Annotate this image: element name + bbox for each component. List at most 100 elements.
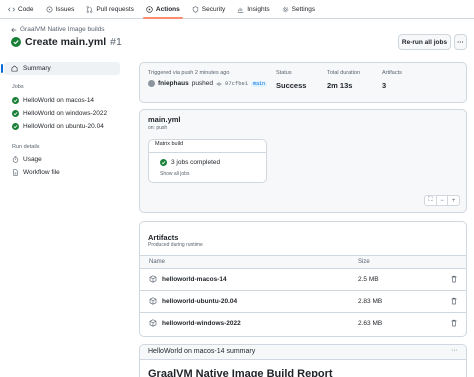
- show-all-jobs-link[interactable]: Show all jobs: [160, 171, 189, 177]
- artifact-name-link[interactable]: helloworld-macos-14: [162, 276, 227, 283]
- check-circle-icon: [12, 97, 19, 104]
- sidebar-item-summary[interactable]: Summary: [1, 62, 120, 75]
- sidebar-job-label: HelloWorld on ubuntu-20.04: [23, 123, 104, 130]
- sidebar-item-workflow-file[interactable]: Workflow file: [12, 169, 60, 176]
- job-summary-header: HelloWorld on macos-14 summary ···: [140, 345, 466, 360]
- file-icon: [13, 169, 18, 176]
- matrix-build-node[interactable]: Matrix build 3 jobs completed Show all j…: [148, 139, 267, 183]
- table-row: helloworld-ubuntu-20.04 2.83 MB: [140, 291, 466, 313]
- trash-icon[interactable]: [450, 275, 458, 283]
- stopwatch-icon: [12, 156, 19, 163]
- check-circle-icon: [160, 159, 167, 166]
- artifact-name-link[interactable]: helloworld-windows-2022: [162, 320, 241, 327]
- matrix-build-label: Matrix build: [153, 141, 186, 147]
- gear-icon: [282, 6, 288, 12]
- artifacts-table-header: Name Size: [140, 255, 466, 269]
- package-icon: [149, 297, 157, 305]
- job-summary-heading: HelloWorld on macos-14 summary: [148, 348, 256, 355]
- commit-sha-link[interactable]: 97cfbe1: [225, 80, 248, 87]
- package-icon: [149, 275, 157, 283]
- artifacts-count-value: 3: [382, 81, 387, 90]
- pull-request-icon: [87, 5, 93, 13]
- job-summary-card: HelloWorld on macos-14 summary ··· Graal…: [139, 344, 467, 377]
- check-circle-icon: [12, 110, 19, 117]
- rerun-all-jobs-button[interactable]: Re-run all jobs: [398, 34, 451, 50]
- tab-actions-label: Actions: [155, 5, 180, 13]
- home-icon: [11, 65, 18, 72]
- zoom-in-button[interactable]: +: [447, 196, 459, 205]
- check-circle-icon: [11, 37, 21, 47]
- tab-settings[interactable]: Settings: [276, 0, 322, 18]
- status-value: Success: [276, 81, 307, 90]
- trigger-action: pushed: [191, 80, 214, 87]
- jobs-heading: Jobs: [12, 84, 24, 90]
- run-summary-card: Triggered via push 2 minutes ago fniepha…: [139, 62, 467, 103]
- shield-icon: [192, 5, 198, 13]
- column-name: Name: [149, 259, 166, 265]
- workflow-name: GraalVM Native Image builds: [20, 26, 105, 33]
- trash-icon[interactable]: [450, 297, 458, 305]
- trigger-user[interactable]: fniephaus: [158, 80, 189, 87]
- tab-pull-requests[interactable]: Pull requests: [80, 0, 140, 18]
- status-label: Status: [276, 70, 292, 76]
- tab-code-label: Code: [18, 5, 34, 13]
- tab-security[interactable]: Security: [186, 0, 231, 18]
- sidebar-job-label: HelloWorld on macos-14: [23, 97, 95, 104]
- artifacts-title: Artifacts: [148, 233, 179, 242]
- column-size: Size: [358, 259, 370, 265]
- workflow-graph-card: main.yml on: push Matrix build 3 jobs co…: [139, 109, 467, 213]
- arrow-left-icon: [11, 27, 17, 32]
- table-row: helloworld-windows-2022 2.63 MB: [140, 313, 466, 335]
- sidebar-job-ubuntu[interactable]: HelloWorld on ubuntu-20.04: [12, 123, 104, 130]
- tab-security-label: Security: [201, 5, 226, 13]
- avatar: [148, 80, 155, 87]
- table-row: helloworld-macos-14 2.5 MB: [140, 269, 466, 291]
- workflow-file-name: main.yml: [148, 115, 181, 124]
- artifacts-subtitle: Produced during runtime: [148, 242, 203, 248]
- workflow-trigger: on: push: [148, 125, 168, 131]
- graph-zoom-controls: ⛶ − +: [424, 195, 460, 206]
- artifact-size: 2.63 MB: [358, 320, 383, 327]
- check-circle-icon: [12, 123, 19, 130]
- run-title: Create main.yml #1: [11, 36, 122, 48]
- fullscreen-button[interactable]: ⛶: [425, 196, 436, 205]
- tab-code[interactable]: Code: [6, 0, 40, 18]
- branch-badge[interactable]: main: [251, 80, 268, 87]
- matrix-divider: [149, 152, 266, 153]
- trigger-label: Triggered via push 2 minutes ago: [148, 70, 230, 76]
- tab-insights[interactable]: Insights: [231, 0, 275, 18]
- trash-icon[interactable]: [450, 319, 458, 327]
- package-icon: [149, 319, 157, 327]
- matrix-jobs-status: 3 jobs completed: [160, 159, 220, 166]
- run-details-heading: Run details: [12, 144, 40, 150]
- workflow-back-link[interactable]: GraalVM Native Image builds: [11, 26, 105, 33]
- tab-settings-label: Settings: [291, 5, 316, 13]
- issue-icon: [46, 6, 52, 12]
- artifact-size: 2.83 MB: [358, 298, 383, 305]
- more-options-button[interactable]: ···: [454, 34, 467, 50]
- run-number: #1: [110, 36, 122, 48]
- zoom-out-button[interactable]: −: [435, 196, 448, 205]
- sidebar-job-macos[interactable]: HelloWorld on macos-14: [12, 97, 94, 104]
- play-icon: [146, 5, 153, 13]
- sidebar-summary-label: Summary: [23, 65, 51, 72]
- artifact-name-link[interactable]: helloworld-ubuntu-20.04: [162, 298, 237, 305]
- graph-icon: [237, 7, 244, 13]
- commit-icon: [216, 82, 222, 85]
- job-summary-menu-button[interactable]: ···: [451, 347, 458, 354]
- jobs-completed-text: 3 jobs completed: [171, 159, 221, 166]
- tab-issues[interactable]: Issues: [40, 0, 81, 18]
- tab-actions[interactable]: Actions: [140, 0, 186, 19]
- report-title: GraalVM Native Image Build Report: [148, 368, 333, 377]
- artifact-size: 2.5 MB: [358, 276, 379, 283]
- sidebar-job-windows[interactable]: HelloWorld on windows-2022: [12, 110, 107, 117]
- repo-nav: Code Issues Pull requests Actions Securi…: [0, 0, 474, 19]
- sidebar-job-label: HelloWorld on windows-2022: [23, 110, 108, 117]
- trigger-details: fniephaus pushed 97cfbe1 main: [148, 80, 268, 87]
- sidebar-item-usage[interactable]: Usage: [12, 156, 42, 163]
- page-title: Create main.yml: [25, 36, 107, 48]
- tab-insights-label: Insights: [247, 5, 270, 13]
- duration-value[interactable]: 2m 13s: [327, 81, 352, 90]
- tab-issues-label: Issues: [55, 5, 75, 13]
- artifacts-card: Artifacts Produced during runtime Name S…: [139, 221, 467, 337]
